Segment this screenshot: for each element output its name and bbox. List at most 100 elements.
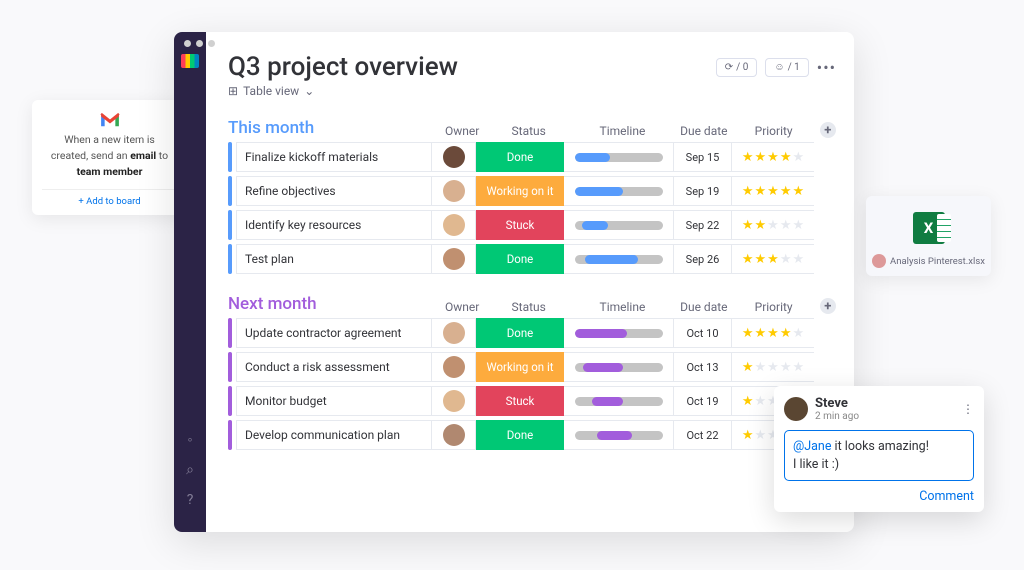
add-to-board-link[interactable]: + Add to board (42, 189, 177, 207)
comment-button[interactable]: Comment (784, 489, 974, 504)
group-title[interactable]: Next month (228, 294, 428, 314)
due-date-cell[interactable]: Oct 19 (674, 386, 732, 416)
status-cell[interactable]: Stuck (476, 210, 564, 240)
star-icon[interactable]: ★ (780, 150, 792, 165)
table-row[interactable]: Conduct a risk assessment Working on it … (228, 352, 836, 382)
members-pill[interactable]: ☺/ 1 (765, 58, 808, 77)
item-name-cell[interactable]: Update contractor agreement (236, 318, 432, 348)
col-header-timeline[interactable]: Timeline (577, 300, 668, 314)
timeline-cell[interactable] (564, 210, 674, 240)
star-icon[interactable]: ★ (755, 326, 767, 341)
view-switcher[interactable]: ⊞ Table view ⌄ (228, 84, 836, 98)
star-icon[interactable]: ★ (742, 428, 754, 443)
table-row[interactable]: Refine objectives Working on it Sep 19 ★… (228, 176, 836, 206)
item-name-cell[interactable]: Identify key resources (236, 210, 432, 240)
star-icon[interactable]: ★ (742, 360, 754, 375)
user-icon[interactable]: ◦ (188, 431, 193, 448)
status-cell[interactable]: Stuck (476, 386, 564, 416)
priority-cell[interactable]: ★★★★★ (732, 142, 814, 172)
star-icon[interactable]: ★ (767, 326, 779, 341)
priority-cell[interactable]: ★★★★★ (732, 210, 814, 240)
due-date-cell[interactable]: Sep 19 (674, 176, 732, 206)
star-icon[interactable]: ★ (755, 394, 767, 409)
star-icon[interactable]: ★ (742, 326, 754, 341)
search-icon[interactable]: ⌕ (186, 462, 194, 478)
col-header-priority[interactable]: Priority (740, 300, 808, 314)
timeline-cell[interactable] (564, 352, 674, 382)
star-icon[interactable]: ★ (755, 184, 767, 199)
star-icon[interactable]: ★ (742, 252, 754, 267)
add-column-button[interactable]: + (820, 298, 836, 314)
col-header-timeline[interactable]: Timeline (577, 124, 668, 138)
star-icon[interactable]: ★ (792, 252, 804, 267)
timeline-cell[interactable] (564, 318, 674, 348)
owner-cell[interactable] (432, 318, 476, 348)
comment-menu-icon[interactable]: ⋮ (962, 402, 974, 416)
col-header-owner[interactable]: Owner (444, 124, 480, 138)
star-icon[interactable]: ★ (780, 326, 792, 341)
owner-cell[interactable] (432, 352, 476, 382)
gmail-automation-card[interactable]: When a new item is created, send an emai… (32, 100, 187, 215)
item-name-cell[interactable]: Develop communication plan (236, 420, 432, 450)
comment-body[interactable]: @Jane it looks amazing! I like it :) (784, 430, 974, 481)
status-cell[interactable]: Done (476, 244, 564, 274)
owner-cell[interactable] (432, 176, 476, 206)
owner-cell[interactable] (432, 142, 476, 172)
priority-cell[interactable]: ★★★★★ (732, 352, 814, 382)
star-icon[interactable]: ★ (755, 360, 767, 375)
priority-cell[interactable]: ★★★★★ (732, 244, 814, 274)
due-date-cell[interactable]: Sep 15 (674, 142, 732, 172)
due-date-cell[interactable]: Sep 22 (674, 210, 732, 240)
excel-attachment-card[interactable]: X Analysis Pinterest.xlsx (866, 196, 991, 276)
owner-cell[interactable] (432, 210, 476, 240)
priority-cell[interactable]: ★★★★★ (732, 176, 814, 206)
table-row[interactable]: Monitor budget Stuck Oct 19 ★★★★★ (228, 386, 836, 416)
mention[interactable]: @Jane (793, 439, 831, 454)
star-icon[interactable]: ★ (780, 218, 792, 233)
table-row[interactable]: Develop communication plan Done Oct 22 ★… (228, 420, 836, 450)
priority-cell[interactable]: ★★★★★ (732, 318, 814, 348)
status-cell[interactable]: Done (476, 142, 564, 172)
timeline-cell[interactable] (564, 420, 674, 450)
star-icon[interactable]: ★ (755, 218, 767, 233)
col-header-status[interactable]: Status (492, 124, 565, 138)
star-icon[interactable]: ★ (755, 150, 767, 165)
star-icon[interactable]: ★ (767, 184, 779, 199)
col-header-owner[interactable]: Owner (444, 300, 480, 314)
star-icon[interactable]: ★ (767, 150, 779, 165)
col-header-due[interactable]: Due date (680, 124, 728, 138)
timeline-cell[interactable] (564, 142, 674, 172)
add-column-button[interactable]: + (820, 122, 836, 138)
timeline-cell[interactable] (564, 244, 674, 274)
due-date-cell[interactable]: Sep 26 (674, 244, 732, 274)
item-name-cell[interactable]: Conduct a risk assessment (236, 352, 432, 382)
table-row[interactable]: Finalize kickoff materials Done Sep 15 ★… (228, 142, 836, 172)
star-icon[interactable]: ★ (792, 150, 804, 165)
star-icon[interactable]: ★ (755, 252, 767, 267)
owner-cell[interactable] (432, 244, 476, 274)
star-icon[interactable]: ★ (742, 394, 754, 409)
star-icon[interactable]: ★ (792, 184, 804, 199)
status-cell[interactable]: Done (476, 318, 564, 348)
owner-cell[interactable] (432, 420, 476, 450)
star-icon[interactable]: ★ (780, 252, 792, 267)
table-row[interactable]: Identify key resources Stuck Sep 22 ★★★★… (228, 210, 836, 240)
due-date-cell[interactable]: Oct 22 (674, 420, 732, 450)
table-row[interactable]: Update contractor agreement Done Oct 10 … (228, 318, 836, 348)
more-menu-icon[interactable]: ••• (817, 58, 836, 77)
status-cell[interactable]: Working on it (476, 352, 564, 382)
col-header-due[interactable]: Due date (680, 300, 728, 314)
star-icon[interactable]: ★ (792, 218, 804, 233)
help-icon[interactable]: ? (187, 492, 194, 508)
item-name-cell[interactable]: Refine objectives (236, 176, 432, 206)
activity-pill[interactable]: ⟳/ 0 (716, 58, 758, 77)
group-title[interactable]: This month (228, 118, 428, 138)
star-icon[interactable]: ★ (755, 428, 767, 443)
col-header-status[interactable]: Status (492, 300, 565, 314)
timeline-cell[interactable] (564, 386, 674, 416)
col-header-priority[interactable]: Priority (740, 124, 808, 138)
star-icon[interactable]: ★ (767, 252, 779, 267)
item-name-cell[interactable]: Monitor budget (236, 386, 432, 416)
star-icon[interactable]: ★ (742, 184, 754, 199)
item-name-cell[interactable]: Finalize kickoff materials (236, 142, 432, 172)
